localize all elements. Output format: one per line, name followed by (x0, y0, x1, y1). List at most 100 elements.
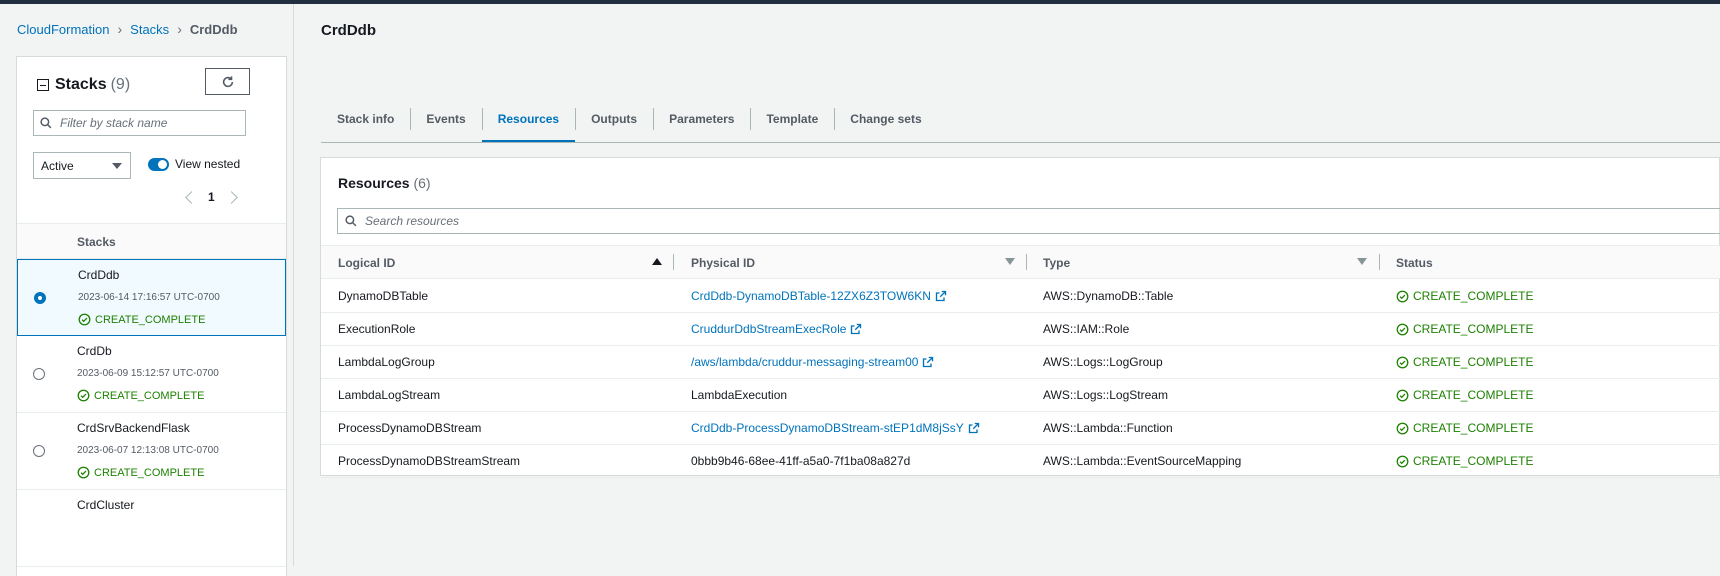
success-icon (1396, 422, 1409, 434)
stack-row[interactable]: CrdSrvBackendFlask 2023-06-07 12:13:08 U… (17, 413, 286, 490)
physical-id: LambdaExecution (691, 388, 788, 402)
resources-search-input[interactable]: Search resources (337, 208, 1720, 234)
stacks-column-header: Stacks (77, 235, 116, 249)
stack-date: 2023-06-07 12:13:08 UTC-0700 (77, 445, 219, 456)
refresh-button[interactable] (205, 68, 250, 95)
type-cell: AWS::Lambda::EventSourceMapping (1043, 454, 1241, 468)
external-link-icon[interactable] (935, 290, 947, 302)
stack-tabs: Stack info Events Resources Outputs Para… (321, 104, 1720, 143)
view-nested-toggle[interactable] (148, 158, 169, 171)
status-text: CREATE_COMPLETE (1413, 454, 1534, 468)
pagination: 1 (185, 190, 238, 204)
stacks-count: (9) (110, 76, 131, 93)
page-number[interactable]: 1 (208, 190, 215, 204)
status-cell: CREATE_COMPLETE (1396, 322, 1533, 336)
status-text: CREATE_COMPLETE (1413, 355, 1534, 369)
success-icon (1396, 323, 1409, 335)
logical-id-cell: LambdaLogStream (338, 388, 440, 402)
table-row: DynamoDBTable CrdDdb-DynamoDBTable-12ZX6Z… (321, 280, 1720, 313)
resources-title: Resources (6) (338, 175, 431, 191)
success-icon (77, 389, 90, 402)
status-cell: CREATE_COMPLETE (1396, 454, 1533, 468)
collapse-icon[interactable] (37, 79, 49, 91)
stack-row[interactable]: CrdDdb 2023-06-14 17:16:57 UTC-0700 CREA… (17, 259, 286, 336)
stack-filter-input[interactable]: Filter by stack name (33, 110, 246, 136)
resources-title-text: Resources (338, 175, 410, 191)
breadcrumb-cloudformation[interactable]: CloudFormation (17, 22, 110, 37)
logical-id: LambdaLogStream (338, 388, 441, 402)
table-row: ProcessDynamoDBStream CrdDdb-ProcessDynam… (321, 412, 1720, 445)
sort-ascending-icon[interactable] (652, 258, 662, 265)
physical-id[interactable]: CrdDdb-ProcessDynamoDBStream-stEP1dM8jSs… (691, 421, 964, 435)
tab-template[interactable]: Template (750, 104, 834, 142)
physical-id-cell[interactable]: CrdDdb-ProcessDynamoDBStream-stEP1dM8jSs… (691, 421, 980, 435)
column-divider[interactable] (1379, 254, 1380, 270)
tab-parameters[interactable]: Parameters (653, 104, 750, 142)
external-link-icon[interactable] (850, 323, 862, 335)
status-text: CREATE_COMPLETE (1413, 289, 1534, 303)
tab-outputs[interactable]: Outputs (575, 104, 653, 142)
column-header-logical-id[interactable]: Logical ID (338, 256, 395, 270)
stack-name: CrdDb (77, 344, 112, 358)
type-cell: AWS::Logs::LogStream (1043, 388, 1168, 402)
stack-radio[interactable] (33, 445, 45, 457)
physical-id-cell[interactable]: CruddurDdbStreamExecRole (691, 322, 862, 336)
breadcrumb: CloudFormation › Stacks › CrdDdb (17, 21, 238, 37)
external-link-icon[interactable] (922, 356, 934, 368)
page-title: CrdDdb (321, 22, 376, 39)
stack-date: 2023-06-14 17:16:57 UTC-0700 (78, 292, 220, 303)
success-icon (1396, 455, 1409, 468)
logical-id: ProcessDynamoDBStreamStream (338, 454, 521, 468)
physical-id[interactable]: CrdDdb-DynamoDBTable-12ZX6Z3TOW6KN (691, 289, 931, 303)
physical-id-cell[interactable]: /aws/lambda/cruddur-messaging-stream00 (691, 355, 934, 369)
stacks-title: Stacks (55, 76, 107, 93)
stack-status-text: CREATE_COMPLETE (94, 389, 205, 402)
tab-events[interactable]: Events (410, 104, 481, 142)
column-divider[interactable] (1026, 254, 1027, 270)
success-icon (1396, 455, 1409, 467)
resource-type: AWS::Logs::LogStream (1043, 388, 1168, 402)
stack-radio[interactable] (34, 292, 46, 304)
stack-row[interactable]: CrdDb 2023-06-09 15:12:57 UTC-0700 CREAT… (17, 336, 286, 413)
table-row: LambdaLogGroup/aws/lambda/cruddur-messag… (321, 346, 1720, 379)
status-text: CREATE_COMPLETE (1413, 421, 1534, 435)
external-link-icon (923, 356, 934, 368)
external-link-icon (851, 323, 862, 335)
chevron-left-icon[interactable] (185, 190, 198, 204)
physical-id[interactable]: CruddurDdbStreamExecRole (691, 322, 846, 336)
type-cell: AWS::Lambda::Function (1043, 421, 1173, 435)
physical-id: 0bbb9b46-68ee-41ff-a5a0-7f1ba08a827d (691, 454, 911, 468)
column-header-physical-id[interactable]: Physical ID (691, 256, 755, 270)
sort-icon[interactable] (1005, 258, 1015, 265)
external-link-icon[interactable] (968, 422, 980, 434)
column-divider[interactable] (673, 254, 674, 270)
tab-change-sets[interactable]: Change sets (834, 104, 937, 142)
logical-id: DynamoDBTable (338, 289, 429, 303)
status-cell: CREATE_COMPLETE (1396, 355, 1533, 369)
table-row: ExecutionRole CruddurDdbStreamExecRole AWS… (321, 313, 1720, 346)
tab-resources[interactable]: Resources (481, 104, 576, 142)
status-filter-value: Active (41, 158, 74, 173)
stack-status-text: CREATE_COMPLETE (95, 313, 206, 326)
resources-count: (6) (413, 175, 431, 191)
stack-name: CrdSrvBackendFlask (77, 421, 190, 435)
physical-id-cell[interactable]: CrdDdb-DynamoDBTable-12ZX6Z3TOW6KN (691, 289, 947, 303)
stack-filter-placeholder: Filter by stack name (60, 116, 168, 130)
column-header-status[interactable]: Status (1396, 256, 1433, 270)
breadcrumb-stacks[interactable]: Stacks (130, 22, 169, 37)
success-icon (1396, 389, 1409, 402)
stack-radio[interactable] (33, 368, 45, 380)
logical-id-cell: DynamoDBTable (338, 289, 428, 303)
external-link-icon (935, 290, 947, 302)
search-icon (40, 117, 52, 129)
physical-id[interactable]: /aws/lambda/cruddur-messaging-stream00 (691, 355, 918, 369)
chevron-right-icon[interactable] (224, 190, 238, 204)
stack-status: CREATE_COMPLETE (77, 389, 204, 402)
logical-id: LambdaLogGroup (338, 355, 435, 369)
sort-icon[interactable] (1357, 258, 1367, 265)
column-header-type[interactable]: Type (1043, 256, 1070, 270)
status-cell: CREATE_COMPLETE (1396, 421, 1533, 435)
tab-stack-info[interactable]: Stack info (321, 104, 410, 142)
stack-row[interactable]: CrdCluster (17, 490, 286, 567)
status-filter-select[interactable]: Active (33, 152, 131, 179)
